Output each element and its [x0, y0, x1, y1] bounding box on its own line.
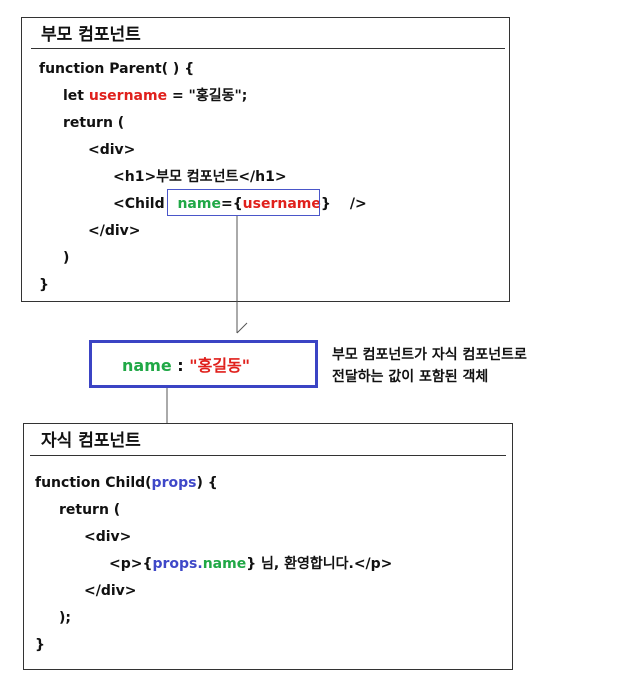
parent-component-title: 부모 컴포넌트: [41, 25, 141, 45]
parent-code-line-8: ): [63, 250, 70, 266]
parent-title-divider: [31, 48, 505, 49]
props-object-separator: :: [171, 356, 190, 375]
child-tag-open: <Child: [113, 196, 170, 212]
connector-arrow-tick: [236, 322, 248, 334]
child-code-line-5: </div>: [84, 583, 137, 599]
props-object-key: name: [122, 356, 172, 375]
p-tag-open: <p>: [109, 556, 143, 572]
parent-code-line-4: <div>: [88, 142, 136, 158]
let-keyword: let: [63, 88, 89, 104]
props-object-text: name : "홍길동": [122, 356, 250, 376]
props-object-ref: props: [152, 556, 198, 572]
parent-code-line-5: <h1>부모 컴포넌트</h1>: [113, 169, 287, 185]
jsx-brace-open: {: [142, 556, 153, 572]
parent-code-line-1: function Parent( ) {: [39, 61, 195, 77]
username-variable: username: [88, 88, 168, 104]
props-name-key: name: [202, 556, 247, 572]
child-function-open: ) {: [196, 475, 218, 491]
welcome-text: 님, 환영합니다.</p>: [256, 556, 393, 572]
child-title-divider: [30, 455, 506, 456]
jsx-brace-close: }: [246, 556, 257, 572]
child-code-line-7: }: [35, 637, 45, 653]
child-code-line-1: function Child(props) {: [35, 474, 218, 492]
username-assignment: = "홍길동";: [167, 88, 248, 104]
child-tag-close: />: [349, 196, 367, 212]
parent-code-line-7: </div>: [88, 223, 141, 239]
name-prop-highlight-box: [167, 189, 320, 216]
child-component-title: 자식 컴포넌트: [41, 431, 141, 451]
child-component-box: 자식 컴포넌트: [23, 423, 513, 670]
props-parameter: props: [151, 475, 197, 491]
props-note-line-2: 전달하는 값이 포함된 객체: [332, 369, 489, 385]
parent-code-line-2: let username = "홍길동";: [63, 87, 247, 105]
props-object-value: "홍길동": [189, 356, 251, 375]
child-code-line-3: <div>: [84, 529, 132, 545]
parent-code-line-9: }: [39, 277, 49, 293]
child-function-signature: function Child(: [35, 475, 152, 491]
child-code-line-4: <p>{props.name} 님, 환영합니다.</p>: [109, 555, 392, 573]
child-code-line-2: return (: [59, 502, 121, 518]
child-code-line-6: );: [59, 610, 71, 626]
parent-code-line-3: return (: [63, 115, 125, 131]
props-note-line-1: 부모 컴포넌트가 자식 컴포넌트로: [332, 347, 527, 363]
prop-brace-close: }: [320, 196, 331, 212]
